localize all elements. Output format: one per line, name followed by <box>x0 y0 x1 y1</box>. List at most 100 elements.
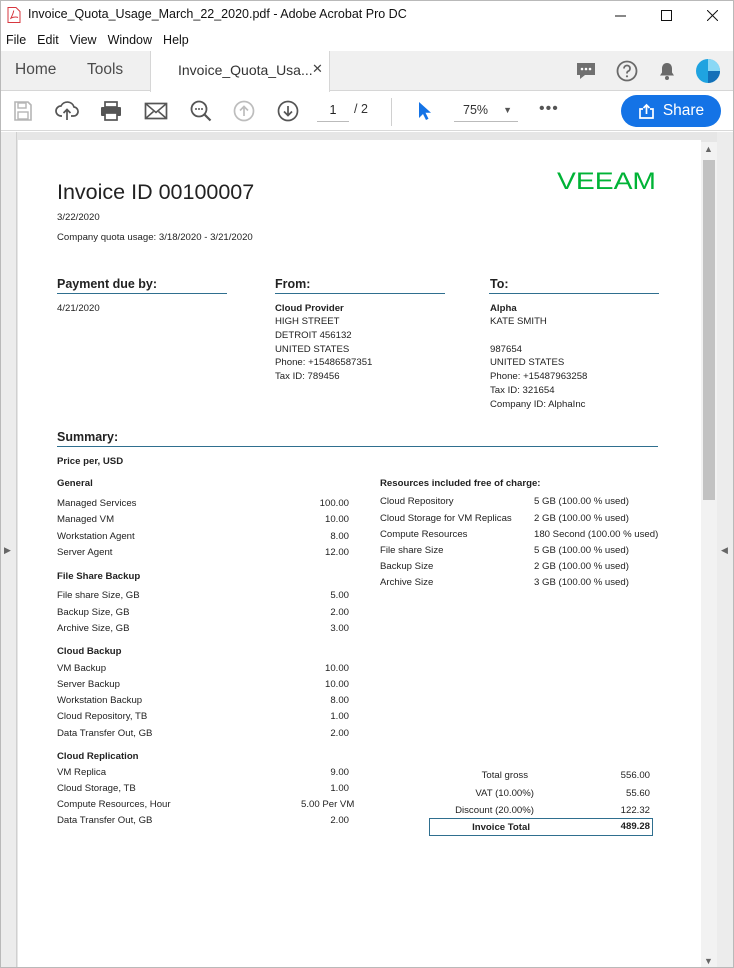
menu-view[interactable]: View <box>65 33 103 47</box>
from-line: UNITED STATES <box>275 344 350 355</box>
menu-help[interactable]: Help <box>158 33 195 47</box>
line-item-value: 5.00 <box>330 590 349 601</box>
save-icon[interactable] <box>10 98 36 124</box>
comment-icon[interactable] <box>574 59 598 83</box>
line-item-label: Cloud Repository, TB <box>57 711 148 722</box>
menu-edit[interactable]: Edit <box>32 33 65 47</box>
line-item-value: 8.00 <box>330 695 349 706</box>
free-item-label: Cloud Storage for VM Replicas <box>380 513 512 524</box>
share-button[interactable]: Share <box>621 95 721 127</box>
to-line: UNITED STATES <box>490 357 565 368</box>
line-item-value: 1.00 <box>330 783 349 794</box>
free-item-value: 180 Second (100.00 % used) <box>534 529 659 540</box>
close-window-button[interactable] <box>689 1 733 29</box>
title-bar: Invoice_Quota_Usage_March_22_2020.pdf - … <box>1 1 733 29</box>
line-item-value: 2.00 <box>330 728 349 739</box>
line-item-value: 5.00 Per VM <box>301 799 355 810</box>
zoom-search-icon[interactable] <box>188 98 214 124</box>
vat-value: 55.60 <box>625 788 650 799</box>
line-item-label: Managed Services <box>57 498 137 509</box>
tab-bar: Home Tools Invoice_Quota_Usa... ✕ <box>1 51 733 92</box>
line-item-value: 10.00 <box>324 514 349 525</box>
scroll-down-icon[interactable]: ▼ <box>704 956 713 966</box>
acrobat-window: Invoice_Quota_Usage_March_22_2020.pdf - … <box>0 0 734 968</box>
free-item-label: Backup Size <box>380 561 434 572</box>
from-line: Phone: +15486587351 <box>275 357 373 368</box>
left-panel-toggle[interactable]: ▶ <box>1 132 17 967</box>
veeam-logo-text: VEEAM <box>557 168 656 194</box>
to-rule <box>489 293 659 294</box>
discount-label: Discount (20.00%) <box>455 805 534 816</box>
from-line: HIGH STREET <box>275 316 340 327</box>
minimize-button[interactable] <box>597 1 643 29</box>
print-icon[interactable] <box>98 98 124 124</box>
zoom-select[interactable]: 75% ▼ <box>454 100 518 122</box>
next-page-icon[interactable] <box>275 98 301 124</box>
line-item-value: 3.00 <box>330 623 349 634</box>
line-item-label: Compute Resources, Hour <box>57 799 171 810</box>
free-resources-title: Resources included free of charge: <box>380 478 541 489</box>
vertical-scrollbar[interactable]: ▲ ▼ <box>701 142 717 967</box>
line-item-label: Workstation Backup <box>57 695 143 706</box>
pdf-file-icon <box>7 7 21 23</box>
email-icon[interactable] <box>143 98 169 124</box>
to-line: Tax ID: 321654 <box>490 385 555 396</box>
page-total: / 2 <box>354 102 368 116</box>
free-item-value: 2 GB (100.00 % used) <box>534 513 629 524</box>
scroll-up-icon[interactable]: ▲ <box>704 144 713 154</box>
discount-value: 122.32 <box>620 805 650 816</box>
total-gross-label: Total gross <box>481 770 528 781</box>
tab-document[interactable]: Invoice_Quota_Usa... ✕ <box>150 51 330 92</box>
free-item-label: Cloud Repository <box>380 496 454 507</box>
document-area: ▶ Invoice ID 00100007 VEEAM 3/22/2020 Co… <box>1 132 733 967</box>
line-item-label: Managed VM <box>57 514 115 525</box>
tab-tools[interactable]: Tools <box>87 51 123 91</box>
free-item-label: Archive Size <box>380 577 434 588</box>
right-panel-toggle[interactable]: ◀ <box>717 132 733 967</box>
total-gross-value: 556.00 <box>620 770 650 781</box>
expand-right-icon: ◀ <box>721 545 728 555</box>
vat-label: VAT (10.00%) <box>475 788 534 799</box>
line-item-value: 9.00 <box>330 767 349 778</box>
from-line: Tax ID: 789456 <box>275 371 340 382</box>
zoom-value: 75% <box>463 103 489 117</box>
upload-cloud-icon[interactable] <box>54 98 80 124</box>
help-icon[interactable] <box>615 59 639 83</box>
summary-rule <box>57 446 658 447</box>
to-header: To: <box>490 277 509 291</box>
maximize-button[interactable] <box>643 1 689 29</box>
price-per-label: Price per, USD <box>57 456 124 467</box>
notification-bell-icon[interactable] <box>655 59 679 83</box>
section-title: Cloud Backup <box>57 646 122 657</box>
free-item-value: 5 GB (100.00 % used) <box>534 496 629 507</box>
page-number-input[interactable]: 1 <box>317 100 349 122</box>
payment-rule <box>57 293 227 294</box>
share-icon <box>638 103 654 119</box>
line-item-label: VM Backup <box>57 663 107 674</box>
invoice-title: Invoice ID 00100007 <box>57 180 255 204</box>
line-item-value: 2.00 <box>330 607 349 618</box>
line-item-value: 1.00 <box>330 711 349 722</box>
previous-page-icon[interactable] <box>231 98 257 124</box>
free-item-value: 3 GB (100.00 % used) <box>534 577 629 588</box>
pdf-page: Invoice ID 00100007 VEEAM 3/22/2020 Comp… <box>18 140 701 967</box>
toolbar: 1 / 2 75% ▼ ••• Share <box>1 92 733 131</box>
line-item-label: VM Replica <box>57 767 107 778</box>
line-item-value: 100.00 <box>319 498 349 509</box>
select-cursor-icon[interactable] <box>411 98 437 124</box>
menu-file[interactable]: File <box>1 33 32 47</box>
menu-window[interactable]: Window <box>103 33 158 47</box>
tab-document-label: Invoice_Quota_Usa... <box>178 62 313 78</box>
line-item-label: Data Transfer Out, GB <box>57 728 153 739</box>
line-item-value: 10.00 <box>324 663 349 674</box>
share-label: Share <box>662 102 705 119</box>
scrollbar-thumb[interactable] <box>703 160 715 500</box>
line-item-value: 2.00 <box>330 815 349 826</box>
tab-home[interactable]: Home <box>15 51 56 91</box>
more-tools-button[interactable]: ••• <box>539 100 559 118</box>
from-header: From: <box>275 277 311 291</box>
menu-bar: File Edit View Window Help <box>1 30 733 50</box>
account-avatar[interactable] <box>696 59 720 83</box>
tab-close-icon[interactable]: ✕ <box>312 61 323 77</box>
invoice-total-value: 489.28 <box>620 821 650 832</box>
